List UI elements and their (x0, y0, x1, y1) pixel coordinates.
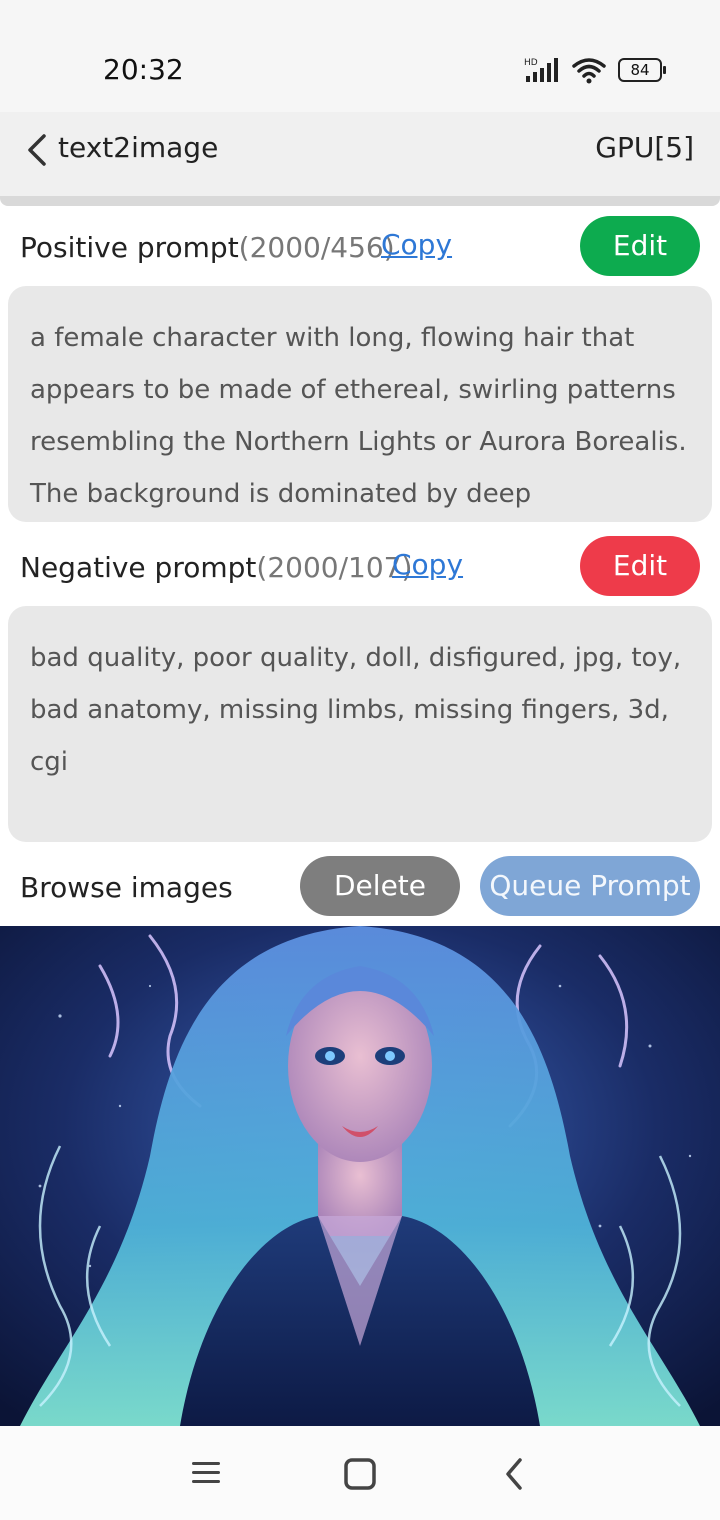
battery-icon: 84 (618, 58, 666, 82)
back-arrow-icon[interactable] (500, 1456, 530, 1492)
app-bar-divider (0, 196, 720, 206)
clock-time: 20:32 (103, 53, 184, 86)
negative-prompt-text[interactable]: bad quality, poor quality, doll, disfigu… (8, 606, 712, 842)
positive-edit-button[interactable]: Edit (580, 216, 700, 276)
negative-edit-button[interactable]: Edit (580, 536, 700, 596)
delete-button[interactable]: Delete (300, 856, 460, 916)
positive-copy-link[interactable]: Copy (381, 225, 452, 265)
network-type-label: HD (524, 58, 538, 68)
positive-prompt-text[interactable]: a female character with long, flowing ha… (8, 286, 712, 522)
negative-copy-link[interactable]: Copy (392, 545, 463, 585)
page-title: text2image (58, 131, 219, 164)
generated-image-art (0, 926, 720, 1426)
status-bar: 20:32 HD 84 (0, 0, 720, 112)
system-nav-bar (0, 1426, 720, 1520)
queue-prompt-button[interactable]: Queue Prompt (480, 856, 700, 916)
gpu-indicator: GPU[5] (595, 131, 694, 164)
positive-prompt-header: Positive prompt(2000/456) (20, 228, 395, 268)
signal-icon: HD (524, 58, 558, 82)
positive-prompt-count: (2000/456) (238, 231, 395, 264)
generated-image[interactable] (0, 926, 720, 1426)
negative-prompt-header: Negative prompt(2000/107) (20, 548, 412, 588)
menu-icon[interactable] (190, 1458, 222, 1488)
negative-prompt-count: (2000/107) (256, 551, 413, 584)
browse-images-label: Browse images (20, 871, 233, 904)
wifi-icon (572, 58, 606, 84)
positive-prompt-label: Positive prompt (20, 231, 239, 264)
back-icon[interactable] (22, 130, 52, 170)
home-square-icon[interactable] (343, 1457, 377, 1491)
status-icons: HD 84 (524, 54, 666, 86)
negative-prompt-label: Negative prompt (20, 551, 257, 584)
